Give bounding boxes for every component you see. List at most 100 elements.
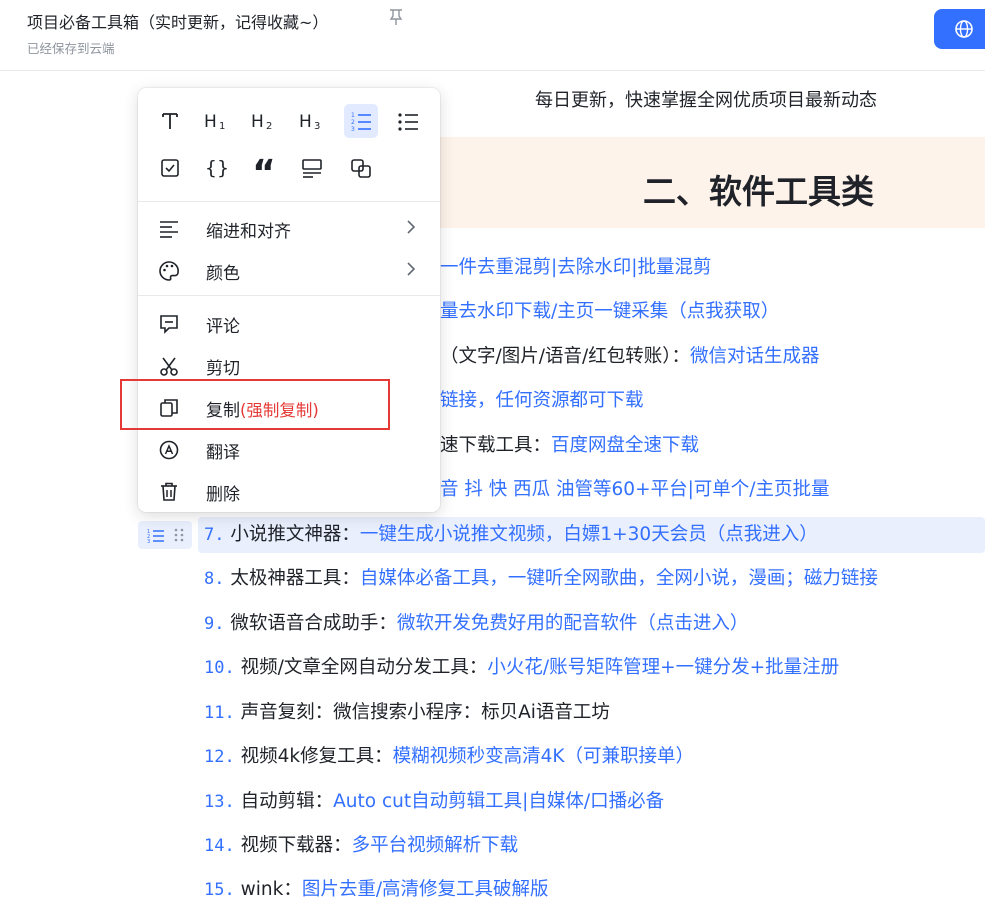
- drag-handle-icon[interactable]: [174, 528, 184, 542]
- block-context-menu: H1 H2 H3 1 2 3 {} “ 缩进和对齐 颜色 评论 剪切 复制(强制…: [138, 88, 440, 512]
- list-item-link[interactable]: 量去水印下载/主页一键采集（点我获取）: [440, 301, 779, 322]
- globe-icon: [955, 20, 973, 38]
- share-button[interactable]: [934, 9, 985, 49]
- heading2-icon[interactable]: H2: [247, 104, 281, 138]
- trash-icon: [161, 482, 177, 501]
- text-icon[interactable]: [153, 104, 187, 138]
- align-icon: [160, 221, 178, 238]
- list-item-number: 10.: [204, 658, 235, 678]
- doc-subtitle: 每日更新，快速掌握全网优质项目最新动态: [535, 90, 877, 111]
- comment-icon: [160, 315, 178, 334]
- save-status: 已经保存到云端: [27, 41, 115, 56]
- list-item: 13. 自动剪辑：Auto cut自动剪辑工具|自媒体/口播必备: [204, 785, 664, 819]
- list-item-link[interactable]: 图片去重/高清修复工具破解版: [302, 879, 549, 900]
- quote-icon[interactable]: “: [247, 151, 281, 192]
- list-item-label: 太极神器工具：: [230, 568, 360, 589]
- highlight-annotation-box: [120, 379, 390, 430]
- list-item-number: 13.: [204, 792, 235, 812]
- ordered-list-icon[interactable]: 1 2 3: [344, 104, 378, 138]
- list-item-link[interactable]: 一件去重混剪|去除水印|批量混剪: [440, 257, 711, 278]
- svg-text:H: H: [251, 112, 264, 132]
- svg-text:2: 2: [266, 121, 272, 132]
- list-item-number: 9.: [204, 614, 225, 634]
- palette-icon: [159, 261, 179, 281]
- menu-item-indent-align[interactable]: 缩进和对齐: [138, 208, 440, 248]
- list-item-label: 视频4k修复工具：: [240, 746, 393, 767]
- menu-item-label: 颜色: [206, 264, 240, 284]
- svg-text:H: H: [204, 112, 217, 132]
- code-block-icon[interactable]: {}: [200, 151, 234, 185]
- menu-item-translate[interactable]: 翻译: [138, 429, 440, 469]
- menu-item-label: 翻译: [206, 443, 240, 463]
- svg-text:3: 3: [147, 539, 150, 543]
- list-item-link[interactable]: Auto cut自动剪辑工具|自媒体/口播必备: [333, 791, 664, 812]
- list-item: 9. 微软语音合成助手：微软开发免费好用的配音软件（点击进入）: [204, 607, 748, 641]
- list-item-link[interactable]: 自媒体必备工具，一键听全网歌曲，全网小说，漫画；磁力链接: [360, 568, 878, 589]
- doc-title[interactable]: 项目必备工具箱（实时更新，记得收藏~）: [27, 9, 328, 33]
- list-item-link[interactable]: 音 抖 快 西瓜 油管等60+平台|可单个/主页批量: [440, 479, 830, 500]
- menu-item-label: 剪切: [206, 359, 240, 379]
- list-item-label: 微软语音合成助手：: [230, 613, 397, 634]
- list-item-link[interactable]: 多平台视频解析下载: [352, 835, 519, 856]
- menu-divider: [138, 201, 440, 202]
- list-item: 12. 视频4k修复工具：模糊视频秒变高清4K（可兼职接单）: [204, 740, 694, 774]
- list-item-link[interactable]: 百度网盘全速下载: [551, 435, 699, 456]
- svg-text:H: H: [299, 112, 312, 132]
- list-item-link[interactable]: 小火花/账号矩阵管理+一键分发+批量注册: [487, 657, 839, 678]
- list-item-label: 小说推文神器：: [230, 524, 360, 545]
- list-item: 15. wink：图片去重/高清修复工具破解版: [204, 873, 549, 907]
- svg-text:1: 1: [219, 121, 225, 132]
- callout-icon[interactable]: [295, 151, 329, 185]
- list-item-link[interactable]: 链接，任何资源都可下载: [440, 390, 644, 411]
- list-item: 一件去重混剪|去除水印|批量混剪: [440, 251, 711, 285]
- heading3-icon[interactable]: H3: [295, 104, 329, 138]
- list-item: 链接，任何资源都可下载: [440, 384, 644, 418]
- svg-text:3: 3: [351, 126, 355, 132]
- translate-icon: [159, 440, 179, 460]
- list-item-number: 14.: [204, 836, 235, 856]
- list-item-number: 12.: [204, 747, 235, 767]
- list-item-label: 视频/文章全网自动分发工具：: [240, 657, 488, 678]
- scissors-icon: [160, 357, 178, 376]
- section-heading: 二、软件工具类: [643, 172, 874, 211]
- bullet-list-icon[interactable]: [391, 104, 425, 138]
- list-item-number: 7.: [204, 525, 225, 545]
- list-item-link[interactable]: 模糊视频秒变高清4K（可兼职接单）: [393, 746, 694, 767]
- block-handle[interactable]: 1 2 3: [138, 521, 192, 549]
- menu-item-label: 删除: [206, 485, 240, 505]
- sync-block-icon[interactable]: [344, 151, 378, 185]
- checkbox-icon[interactable]: [153, 151, 187, 185]
- svg-text:2: 2: [351, 119, 355, 126]
- list-item-link[interactable]: 微信对话生成器: [690, 346, 820, 367]
- list-item-number: 11.: [204, 703, 235, 723]
- list-item-number: 15.: [204, 880, 235, 900]
- menu-item-color[interactable]: 颜色: [138, 250, 440, 290]
- pin-icon[interactable]: [388, 8, 404, 26]
- menu-item-label: 评论: [206, 317, 240, 337]
- list-item-link[interactable]: 微软开发免费好用的配音软件（点击进入）: [397, 613, 749, 634]
- heading1-icon[interactable]: H1: [200, 104, 234, 138]
- list-item: 速下载工具：百度网盘全速下载: [440, 429, 699, 463]
- list-item: 14. 视频下载器：多平台视频解析下载: [204, 829, 518, 863]
- list-item: 10. 视频/文章全网自动分发工具：小火花/账号矩阵管理+一键分发+批量注册: [204, 651, 839, 685]
- menu-item-delete[interactable]: 删除: [138, 471, 440, 511]
- list-item: 8. 太极神器工具：自媒体必备工具，一键听全网歌曲，全网小说，漫画；磁力链接: [204, 562, 878, 596]
- list-item-label: 声音复刻：微信搜索小程序：标贝Ai语音工坊: [240, 702, 610, 723]
- menu-item-comment[interactable]: 评论: [138, 303, 440, 343]
- list-item: 7. 小说推文神器：一键生成小说推文视频，白嫖1+30天会员（点我进入）: [204, 518, 818, 552]
- list-item-number: 8.: [204, 569, 225, 589]
- menu-divider: [138, 295, 440, 296]
- list-item: 音 抖 快 西瓜 油管等60+平台|可单个/主页批量: [440, 473, 830, 507]
- svg-text:1: 1: [351, 112, 355, 119]
- menu-item-label: 缩进和对齐: [206, 222, 291, 242]
- chevron-right-icon: [407, 220, 416, 234]
- doc-header: 项目必备工具箱（实时更新，记得收藏~） 已经保存到云端: [0, 0, 985, 71]
- list-item-link[interactable]: 一键生成小说推文视频，白嫖1+30天会员（点我进入）: [360, 524, 818, 545]
- list-item-label: wink：: [240, 879, 302, 900]
- svg-text:3: 3: [314, 121, 320, 132]
- list-item: 量去水印下载/主页一键采集（点我获取）: [440, 295, 779, 329]
- list-item-label: （文字/图片/语音/红包转账）：: [440, 346, 690, 367]
- list-item-label: 视频下载器：: [240, 835, 352, 856]
- list-item-label: 自动剪辑：: [240, 791, 334, 812]
- list-item-label: 速下载工具：: [440, 435, 552, 456]
